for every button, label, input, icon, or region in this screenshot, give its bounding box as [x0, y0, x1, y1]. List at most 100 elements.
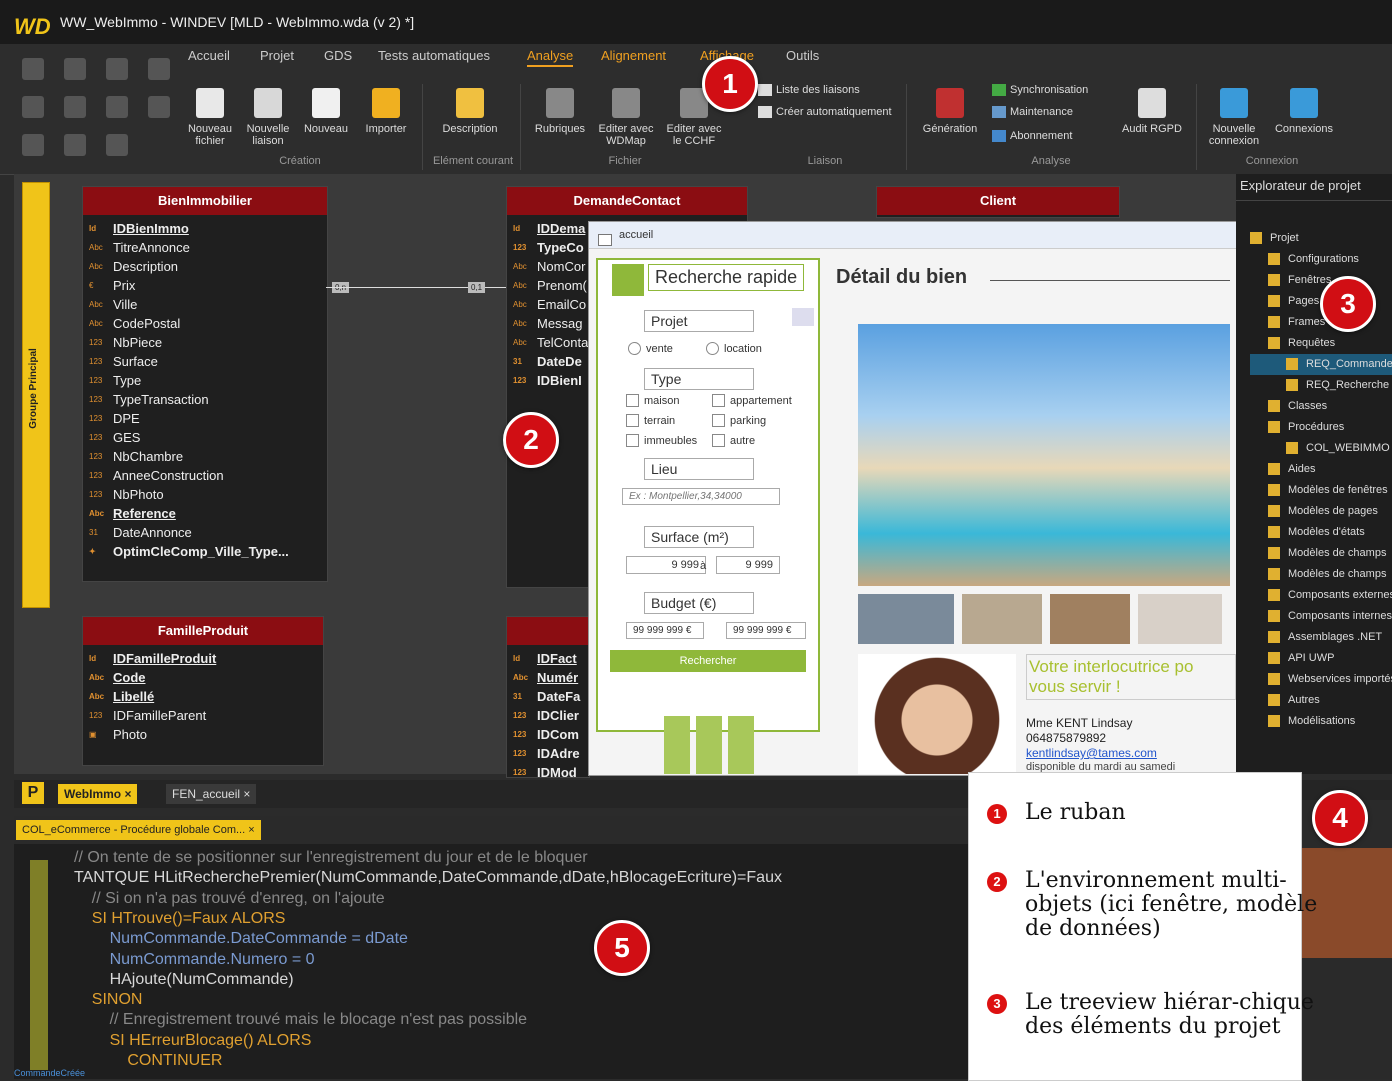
thumbnail[interactable]	[962, 594, 1042, 644]
maison-checkbox[interactable]: maison	[626, 394, 679, 407]
tree-item[interactable]: Modèles de pages	[1250, 501, 1392, 522]
audit-rgpd-button[interactable]: Audit RGPD	[1122, 88, 1182, 135]
field-row[interactable]: Abc Code	[83, 668, 323, 687]
forward-icon[interactable]	[64, 134, 86, 156]
collapse-icon[interactable]	[792, 308, 814, 326]
rubriques-button[interactable]: Rubriques	[530, 88, 590, 135]
tab-analyse[interactable]: Analyse	[527, 48, 574, 67]
open-icon[interactable]	[64, 58, 86, 80]
maintenance-button[interactable]: Maintenance	[992, 106, 1073, 118]
debug-icon[interactable]	[148, 96, 170, 118]
tab-projet[interactable]: Projet	[260, 48, 294, 63]
field-row[interactable]: ✦ OptimCleComp_Ville_Type...	[83, 542, 327, 561]
field-row[interactable]: Abc CodePostal	[83, 314, 327, 333]
editer-wdmap-button[interactable]: Editer avec WDMap	[596, 88, 656, 147]
tree-item[interactable]: Configurations	[1250, 249, 1392, 270]
tab-gds[interactable]: GDS	[324, 48, 352, 63]
tree-item[interactable]: REQ_Recherche	[1250, 375, 1392, 396]
immeubles-checkbox[interactable]: immeubles	[626, 434, 697, 447]
project-icon[interactable]: P	[22, 782, 44, 804]
tree-item[interactable]: Modèles d'états	[1250, 522, 1392, 543]
tree-item[interactable]: Autres	[1250, 690, 1392, 711]
nouveau-button[interactable]: Nouveau	[296, 88, 356, 135]
table-client[interactable]: Client	[876, 186, 1120, 218]
table-facture[interactable]: Id IDFact Abc Numér 31 DateFa 123 IDClier 123 IDC…	[506, 616, 590, 778]
tree-item[interactable]: Modèles de champs	[1250, 564, 1392, 585]
field-row[interactable]: Abc Ville	[83, 295, 327, 314]
run-icon[interactable]	[148, 58, 170, 80]
tab-alignement[interactable]: Alignement	[601, 48, 666, 63]
abonnement-button[interactable]: Abonnement	[992, 130, 1072, 142]
field-row[interactable]: 123 IDFamilleParent	[83, 706, 323, 725]
print-icon[interactable]	[64, 96, 86, 118]
tree-item[interactable]: Modèles de champs	[1250, 543, 1392, 564]
table-familleproduit[interactable]: FamilleProduit Id IDFamilleProduit Abc Code…	[82, 616, 324, 766]
field-row[interactable]: Abc TitreAnnonce	[83, 238, 327, 257]
rechercher-button[interactable]: Rechercher	[610, 650, 806, 672]
tree-item[interactable]: Classes	[1250, 396, 1392, 417]
tree-item[interactable]: Composants externes	[1250, 585, 1392, 606]
tree-item[interactable]: Aides	[1250, 459, 1392, 480]
field-row[interactable]: 123 IDMod	[507, 763, 589, 777]
field-row[interactable]: Id IDFact	[507, 649, 589, 668]
description-button[interactable]: Description	[440, 88, 500, 135]
thumbnail[interactable]	[858, 594, 954, 644]
groupe-principal-tab[interactable]: Groupe Principal	[22, 182, 50, 608]
tree-item[interactable]: API UWP	[1250, 648, 1392, 669]
tab-webimmo[interactable]: WebImmo ×	[58, 784, 138, 804]
field-row[interactable]: 123 AnneeConstruction	[83, 466, 327, 485]
appartement-checkbox[interactable]: appartement	[712, 394, 792, 407]
tree-item[interactable]: REQ_Commandes	[1250, 354, 1392, 375]
field-row[interactable]: 123 DPE	[83, 409, 327, 428]
tree-item[interactable]: COL_WEBIMMO	[1250, 438, 1392, 459]
field-row[interactable]: 123 IDAdre	[507, 744, 589, 763]
synchronisation-button[interactable]: Synchronisation	[992, 84, 1088, 96]
thumbnail[interactable]	[1138, 594, 1222, 644]
new-icon[interactable]	[22, 58, 44, 80]
location-radio[interactable]: location	[706, 342, 762, 355]
field-row[interactable]: Id IDFamilleProduit	[83, 649, 323, 668]
tree-item[interactable]: Modélisations	[1250, 711, 1392, 732]
field-row[interactable]: 123 IDClier	[507, 706, 589, 725]
field-row[interactable]: 123 TypeTransaction	[83, 390, 327, 409]
field-row[interactable]: Abc Libellé	[83, 687, 323, 706]
surface-min-input[interactable]: 9 999	[626, 556, 706, 574]
tree-item[interactable]: Modèles de fenêtres	[1250, 480, 1392, 501]
field-row[interactable]: 123 NbPhoto	[83, 485, 327, 504]
surface-max-input[interactable]: 9 999	[716, 556, 780, 574]
field-row[interactable]: 123 IDCom	[507, 725, 589, 744]
field-row[interactable]: Abc Description	[83, 257, 327, 276]
save-icon[interactable]	[22, 96, 44, 118]
field-row[interactable]: 31 DateAnnonce	[83, 523, 327, 542]
field-row[interactable]: 31 DateFa	[507, 687, 589, 706]
tree-item[interactable]: Projet	[1250, 228, 1392, 249]
tab-fen-accueil[interactable]: FEN_accueil ×	[166, 784, 257, 804]
field-row[interactable]: 123 Type	[83, 371, 327, 390]
tab-tests[interactable]: Tests automatiques	[378, 48, 490, 63]
nouveau-fichier-button[interactable]: Nouveau fichier	[180, 88, 240, 147]
field-row[interactable]: Id IDBienImmo	[83, 219, 327, 238]
thumbnail[interactable]	[1050, 594, 1130, 644]
tree-item[interactable]: Requêtes	[1250, 333, 1392, 354]
field-row[interactable]: 123 NbPiece	[83, 333, 327, 352]
tree-item[interactable]: Composants internes	[1250, 606, 1392, 627]
autre-checkbox[interactable]: autre	[712, 434, 755, 447]
tab-outils[interactable]: Outils	[786, 48, 819, 63]
field-row[interactable]: Abc Reference	[83, 504, 327, 523]
terrain-checkbox[interactable]: terrain	[626, 414, 675, 427]
budget-min-input[interactable]: 99 999 999 €	[626, 622, 704, 639]
vente-radio[interactable]: vente	[628, 342, 673, 355]
nouvelle-liaison-button[interactable]: Nouvelle liaison	[238, 88, 298, 147]
contact-email[interactable]: kentlindsay@tames.com	[1026, 746, 1157, 760]
parking-checkbox[interactable]: parking	[712, 414, 766, 427]
go-icon[interactable]	[106, 96, 128, 118]
generation-button[interactable]: Génération	[920, 88, 980, 135]
nouvelle-connexion-button[interactable]: Nouvelle connexion	[1204, 88, 1264, 147]
connexions-button[interactable]: Connexions	[1274, 88, 1334, 135]
tree-item[interactable]: Webservices importés	[1250, 669, 1392, 690]
budget-max-input[interactable]: 99 999 999 €	[726, 622, 806, 639]
table-bienimmobilier[interactable]: BienImmobilier Id IDBienImmo Abc TitreAnnon…	[82, 186, 328, 582]
field-row[interactable]: ▣ Photo	[83, 725, 323, 744]
importer-button[interactable]: Importer	[356, 88, 416, 135]
field-row[interactable]: 123 NbChambre	[83, 447, 327, 466]
